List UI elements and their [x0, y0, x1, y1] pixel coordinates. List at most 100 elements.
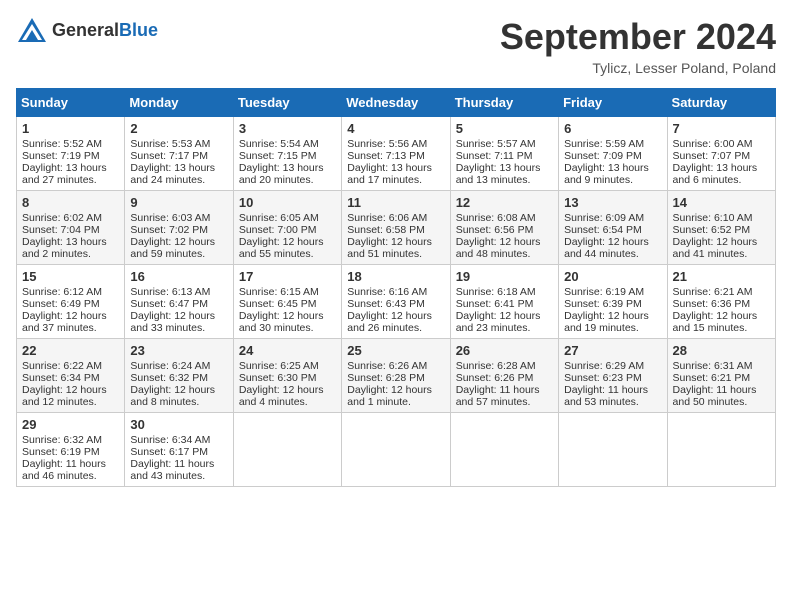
logo: General Blue — [16, 16, 158, 44]
sunset: Sunset: 6:45 PM — [239, 298, 317, 310]
sunrise: Sunrise: 6:03 AM — [130, 212, 210, 224]
day-number: 15 — [22, 269, 119, 284]
day-number: 7 — [673, 121, 770, 136]
calendar-cell: 19Sunrise: 6:18 AMSunset: 6:41 PMDayligh… — [450, 265, 558, 339]
logo-general: General — [52, 20, 119, 41]
calendar-cell: 4 Sunrise: 5:56 AMSunset: 7:13 PMDaylight… — [342, 117, 450, 191]
sunset: Sunset: 7:13 PM — [347, 150, 425, 162]
calendar-cell: 6Sunrise: 5:59 AMSunset: 7:09 PMDaylight… — [559, 117, 667, 191]
calendar-cell: 30Sunrise: 6:34 AMSunset: 6:17 PMDayligh… — [125, 413, 233, 487]
calendar-cell: 14Sunrise: 6:10 AMSunset: 6:52 PMDayligh… — [667, 191, 775, 265]
day-number: 16 — [130, 269, 227, 284]
calendar-cell: 10Sunrise: 6:05 AMSunset: 7:00 PMDayligh… — [233, 191, 341, 265]
daylight: Daylight: 13 hours and 6 minutes. — [673, 162, 758, 186]
calendar-cell: 17Sunrise: 6:15 AMSunset: 6:45 PMDayligh… — [233, 265, 341, 339]
col-monday: Monday — [125, 89, 233, 117]
calendar-cell: 25Sunrise: 6:26 AMSunset: 6:28 PMDayligh… — [342, 339, 450, 413]
sunrise: Sunrise: 6:02 AM — [22, 212, 102, 224]
daylight: Daylight: 11 hours and 53 minutes. — [564, 384, 648, 408]
calendar-cell: 24Sunrise: 6:25 AMSunset: 6:30 PMDayligh… — [233, 339, 341, 413]
sunset: Sunset: 6:34 PM — [22, 372, 100, 384]
sunrise: Sunrise: 5:54 AM — [239, 138, 319, 150]
calendar-cell: 23Sunrise: 6:24 AMSunset: 6:32 PMDayligh… — [125, 339, 233, 413]
location: Tylicz, Lesser Poland, Poland — [500, 60, 776, 76]
page-header: General Blue September 2024 Tylicz, Less… — [16, 16, 776, 76]
sunrise: Sunrise: 5:56 AM — [347, 138, 427, 150]
sunrise: Sunrise: 6:12 AM — [22, 286, 102, 298]
sunset: Sunset: 6:52 PM — [673, 224, 751, 236]
daylight: Daylight: 12 hours and 44 minutes. — [564, 236, 649, 260]
calendar-cell: 27Sunrise: 6:29 AMSunset: 6:23 PMDayligh… — [559, 339, 667, 413]
calendar-cell: 15Sunrise: 6:12 AMSunset: 6:49 PMDayligh… — [17, 265, 125, 339]
calendar-cell: 12Sunrise: 6:08 AMSunset: 6:56 PMDayligh… — [450, 191, 558, 265]
day-number: 29 — [22, 417, 119, 432]
calendar-cell: 21Sunrise: 6:21 AMSunset: 6:36 PMDayligh… — [667, 265, 775, 339]
daylight: Daylight: 12 hours and 51 minutes. — [347, 236, 432, 260]
sunrise: Sunrise: 6:16 AM — [347, 286, 427, 298]
day-number: 25 — [347, 343, 444, 358]
col-thursday: Thursday — [450, 89, 558, 117]
daylight: Daylight: 12 hours and 15 minutes. — [673, 310, 758, 334]
calendar-cell: 11 Sunrise: 6:06 AMSunset: 6:58 PMDayligh… — [342, 191, 450, 265]
daylight: Daylight: 11 hours and 57 minutes. — [456, 384, 540, 408]
day-number: 11 — [347, 195, 444, 210]
col-wednesday: Wednesday — [342, 89, 450, 117]
sunset: Sunset: 6:26 PM — [456, 372, 534, 384]
day-number: 30 — [130, 417, 227, 432]
sunset: Sunset: 7:19 PM — [22, 150, 100, 162]
sunset: Sunset: 6:17 PM — [130, 446, 208, 458]
sunrise: Sunrise: 5:59 AM — [564, 138, 644, 150]
sunrise: Sunrise: 5:53 AM — [130, 138, 210, 150]
calendar-cell: 2Sunrise: 5:53 AMSunset: 7:17 PMDaylight… — [125, 117, 233, 191]
sunset: Sunset: 6:56 PM — [456, 224, 534, 236]
sunset: Sunset: 7:17 PM — [130, 150, 208, 162]
daylight: Daylight: 13 hours and 17 minutes. — [347, 162, 432, 186]
day-number: 24 — [239, 343, 336, 358]
col-tuesday: Tuesday — [233, 89, 341, 117]
title-block: September 2024 Tylicz, Lesser Poland, Po… — [500, 16, 776, 76]
calendar-cell: 8Sunrise: 6:02 AMSunset: 7:04 PMDaylight… — [17, 191, 125, 265]
day-number: 5 — [456, 121, 553, 136]
daylight: Daylight: 13 hours and 2 minutes. — [22, 236, 107, 260]
week-row-2: 8Sunrise: 6:02 AMSunset: 7:04 PMDaylight… — [17, 191, 776, 265]
calendar-cell: 16Sunrise: 6:13 AMSunset: 6:47 PMDayligh… — [125, 265, 233, 339]
sunrise: Sunrise: 6:10 AM — [673, 212, 753, 224]
daylight: Daylight: 12 hours and 37 minutes. — [22, 310, 107, 334]
day-number: 10 — [239, 195, 336, 210]
sunset: Sunset: 6:58 PM — [347, 224, 425, 236]
calendar-cell — [342, 413, 450, 487]
col-saturday: Saturday — [667, 89, 775, 117]
sunrise: Sunrise: 6:25 AM — [239, 360, 319, 372]
daylight: Daylight: 12 hours and 59 minutes. — [130, 236, 215, 260]
day-number: 21 — [673, 269, 770, 284]
sunset: Sunset: 6:47 PM — [130, 298, 208, 310]
daylight: Daylight: 12 hours and 4 minutes. — [239, 384, 324, 408]
day-number: 27 — [564, 343, 661, 358]
sunrise: Sunrise: 6:06 AM — [347, 212, 427, 224]
sunrise: Sunrise: 6:08 AM — [456, 212, 536, 224]
sunrise: Sunrise: 6:32 AM — [22, 434, 102, 446]
daylight: Daylight: 13 hours and 9 minutes. — [564, 162, 649, 186]
calendar-cell — [450, 413, 558, 487]
sunrise: Sunrise: 6:34 AM — [130, 434, 210, 446]
day-number: 9 — [130, 195, 227, 210]
daylight: Daylight: 13 hours and 27 minutes. — [22, 162, 107, 186]
sunset: Sunset: 6:21 PM — [673, 372, 751, 384]
sunrise: Sunrise: 6:09 AM — [564, 212, 644, 224]
sunrise: Sunrise: 6:15 AM — [239, 286, 319, 298]
sunset: Sunset: 7:07 PM — [673, 150, 751, 162]
week-row-3: 15Sunrise: 6:12 AMSunset: 6:49 PMDayligh… — [17, 265, 776, 339]
sunset: Sunset: 7:00 PM — [239, 224, 317, 236]
sunrise: Sunrise: 6:00 AM — [673, 138, 753, 150]
daylight: Daylight: 12 hours and 19 minutes. — [564, 310, 649, 334]
sunset: Sunset: 6:41 PM — [456, 298, 534, 310]
sunset: Sunset: 6:54 PM — [564, 224, 642, 236]
calendar-cell: 18Sunrise: 6:16 AMSunset: 6:43 PMDayligh… — [342, 265, 450, 339]
day-number: 23 — [130, 343, 227, 358]
daylight: Daylight: 12 hours and 8 minutes. — [130, 384, 215, 408]
sunrise: Sunrise: 5:52 AM — [22, 138, 102, 150]
sunset: Sunset: 6:28 PM — [347, 372, 425, 384]
day-number: 4 — [347, 121, 444, 136]
calendar-cell: 26Sunrise: 6:28 AMSunset: 6:26 PMDayligh… — [450, 339, 558, 413]
month-title: September 2024 — [500, 16, 776, 58]
